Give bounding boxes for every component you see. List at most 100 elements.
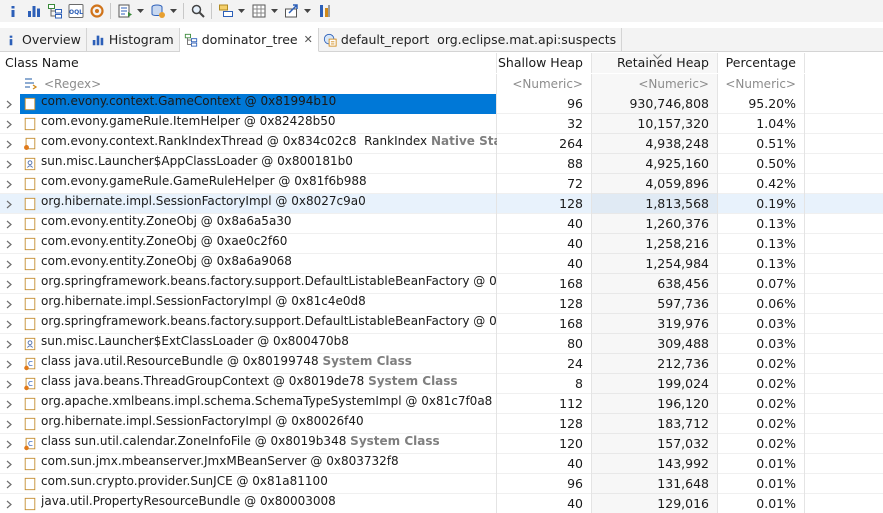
expand-chevron-icon[interactable] — [6, 280, 12, 289]
table-row[interactable]: Cclass java.util.ResourceBundle @ 0x8019… — [0, 354, 883, 374]
filter-row: <Regex> <Numeric> <Numeric> <Numeric> — [0, 74, 883, 94]
object-label: com.evony.context.RankIndexThread @ 0x83… — [41, 134, 428, 148]
close-icon[interactable]: ✕ — [304, 33, 313, 46]
search-icon — [190, 3, 206, 19]
heap-dump-overview-button[interactable] — [87, 1, 107, 21]
shallow-heap-filter-input[interactable]: <Numeric> — [497, 74, 592, 94]
expand-chevron-icon[interactable] — [6, 340, 12, 349]
histogram-button[interactable] — [24, 1, 44, 21]
table-row[interactable]: com.evony.entity.ZoneObj @ 0xae0c2f60 40 1… — [0, 234, 883, 254]
editor-tab-strip: Overview Histogram dominator_tree ✕ default_… — [0, 28, 883, 52]
expand-chevron-icon[interactable] — [6, 120, 12, 129]
table-row[interactable]: com.sun.crypto.provider.SunJCE @ 0x81a81… — [0, 474, 883, 494]
percentage-cell: 0.06% — [718, 294, 805, 314]
table-row[interactable]: com.sun.jmx.mbeanserver.JmxMBeanServer @… — [0, 454, 883, 474]
table-row[interactable]: org.apache.xmlbeans.impl.schema.SchemaTy… — [0, 394, 883, 414]
column-header-percentage[interactable]: Percentage — [718, 53, 805, 73]
expand-chevron-icon[interactable] — [6, 420, 12, 429]
oql-button[interactable]: OQL — [66, 1, 86, 21]
percentage-cell: 0.13% — [718, 254, 805, 274]
retained-heap-cell: 183,712 — [592, 414, 718, 434]
info-button[interactable] — [3, 1, 23, 21]
expand-chevron-icon[interactable] — [6, 200, 12, 209]
expand-chevron-icon[interactable] — [6, 220, 12, 229]
group-by-dropdown-arrow[interactable] — [237, 1, 246, 21]
table-row[interactable]: org.hibernate.impl.SessionFactoryImpl @ … — [0, 414, 883, 434]
retained-heap-filter-input[interactable]: <Numeric> — [592, 74, 718, 94]
table-row[interactable]: Cclass sun.util.calendar.ZoneInfoFile @ … — [0, 434, 883, 454]
run-report-button[interactable] — [115, 1, 135, 21]
retained-heap-cell: 4,059,896 — [592, 174, 718, 194]
column-header-class-name[interactable]: Class Name — [0, 53, 497, 73]
calculate-retained-size-dropdown-arrow[interactable] — [270, 1, 279, 21]
info-icon — [5, 3, 21, 19]
table-row[interactable]: sun.misc.Launcher$ExtClassLoader @ 0x800… — [0, 334, 883, 354]
table-row[interactable]: com.evony.entity.ZoneObj @ 0x8a6a9068 40 1… — [0, 254, 883, 274]
pin-button[interactable] — [315, 1, 335, 21]
export-button[interactable] — [282, 1, 302, 21]
retained-heap-cell: 930,746,808 — [592, 94, 718, 114]
percentage-cell: 1.04% — [718, 114, 805, 134]
export-dropdown-arrow[interactable] — [303, 1, 312, 21]
object-icon — [23, 397, 37, 411]
retained-heap-cell: 1,260,376 — [592, 214, 718, 234]
table-row[interactable]: com.evony.entity.ZoneObj @ 0x8a6a5a30 40 1… — [0, 214, 883, 234]
class-name-text: org.apache.xmlbeans.impl.schema.SchemaTy… — [41, 394, 492, 414]
object-icon — [23, 217, 37, 231]
table-row[interactable]: com.evony.gameRule.ItemHelper @ 0x82428b… — [0, 114, 883, 134]
percentage-cell: 0.01% — [718, 474, 805, 494]
expand-chevron-icon[interactable] — [6, 320, 12, 329]
classloader-icon — [23, 337, 37, 351]
table-row[interactable]: Cclass java.beans.ThreadGroupContext @ 0… — [0, 374, 883, 394]
expand-chevron-icon[interactable] — [6, 100, 12, 109]
tab-dominator-tree[interactable]: dominator_tree ✕ — [179, 28, 319, 52]
dominator-tree-button[interactable] — [45, 1, 65, 21]
expand-chevron-icon[interactable] — [6, 440, 12, 449]
main-toolbar: OQL — [0, 0, 883, 22]
object-label: class sun.util.calendar.ZoneInfoFile @ 0… — [41, 434, 347, 448]
query-browser-dropdown-arrow[interactable] — [169, 1, 178, 21]
shallow-heap-cell: 120 — [497, 434, 592, 454]
run-report-dropdown-arrow[interactable] — [136, 1, 145, 21]
tab-histogram[interactable]: Histogram — [87, 28, 180, 51]
table-row[interactable]: org.hibernate.impl.SessionFactoryImpl @ … — [0, 194, 883, 214]
expand-chevron-icon[interactable] — [6, 500, 12, 509]
expand-chevron-icon[interactable] — [6, 300, 12, 309]
expand-chevron-icon[interactable] — [6, 180, 12, 189]
query-browser-button[interactable] — [148, 1, 168, 21]
table-row[interactable]: com.evony.context.RankIndexThread @ 0x83… — [0, 134, 883, 154]
pin-icon — [317, 3, 333, 19]
expand-chevron-icon[interactable] — [6, 360, 12, 369]
tab-overview[interactable]: Overview — [0, 28, 87, 51]
search-button[interactable] — [188, 1, 208, 21]
table-row[interactable]: org.hibernate.impl.SessionFactoryImpl @ … — [0, 294, 883, 314]
calculate-retained-size-button[interactable] — [249, 1, 269, 21]
expand-chevron-icon[interactable] — [6, 160, 12, 169]
retained-heap-cell: 199,024 — [592, 374, 718, 394]
table-row[interactable]: java.util.PropertyResourceBundle @ 0x800… — [0, 494, 883, 513]
retained-heap-cell: 196,120 — [592, 394, 718, 414]
expand-chevron-icon[interactable] — [6, 260, 12, 269]
class-name-text: org.hibernate.impl.SessionFactoryImpl @ … — [41, 194, 366, 214]
expand-chevron-icon[interactable] — [6, 480, 12, 489]
object-icon — [23, 277, 37, 291]
table-row[interactable]: sun.misc.Launcher$AppClassLoader @ 0x800… — [0, 154, 883, 174]
expand-chevron-icon[interactable] — [6, 140, 12, 149]
expand-chevron-icon[interactable] — [6, 460, 12, 469]
class-name-filter-input[interactable]: <Regex> — [0, 74, 497, 94]
tab-default-report[interactable]: default_report org.eclipse.mat.api:suspe… — [319, 28, 623, 51]
histogram-icon — [91, 33, 105, 47]
object-label: com.evony.entity.ZoneObj @ 0xae0c2f60 — [41, 234, 288, 248]
column-header-shallow-heap[interactable]: Shallow Heap — [497, 53, 592, 73]
table-row[interactable]: com.evony.context.GameContext @ 0x81994b… — [0, 94, 883, 114]
shallow-heap-cell: 128 — [497, 414, 592, 434]
expand-chevron-icon[interactable] — [6, 240, 12, 249]
expand-chevron-icon[interactable] — [6, 400, 12, 409]
percentage-filter-input[interactable]: <Numeric> — [718, 74, 805, 94]
table-row[interactable]: org.springframework.beans.factory.suppor… — [0, 314, 883, 334]
shallow-heap-cell: 128 — [497, 194, 592, 214]
table-row[interactable]: com.evony.gameRule.GameRuleHelper @ 0x81… — [0, 174, 883, 194]
group-by-button[interactable] — [216, 1, 236, 21]
table-row[interactable]: org.springframework.beans.factory.suppor… — [0, 274, 883, 294]
expand-chevron-icon[interactable] — [6, 380, 12, 389]
